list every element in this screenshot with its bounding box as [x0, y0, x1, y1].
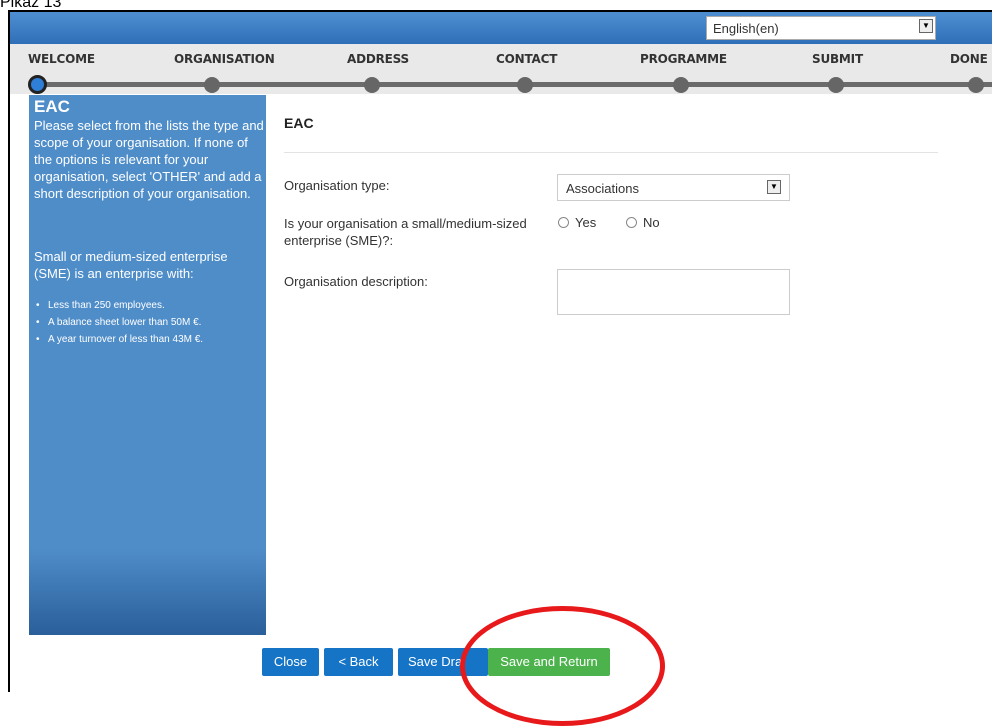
step-organisation-dot: [204, 77, 220, 93]
step-welcome[interactable]: WELCOME: [28, 52, 95, 66]
chevron-down-icon[interactable]: ▼: [919, 19, 933, 33]
sme-no-radio[interactable]: No: [626, 215, 660, 230]
sidebar-paragraph-2: Small or medium-sized enterprise (SME) i…: [34, 249, 228, 281]
step-address[interactable]: ADDRESS: [347, 52, 409, 66]
form-title: EAC: [284, 115, 314, 131]
wizard-steps: WELCOME ORGANISATION ADDRESS CONTACT PRO…: [10, 44, 992, 94]
close-button[interactable]: Close: [262, 648, 319, 676]
step-programme[interactable]: PROGRAMME: [640, 52, 727, 66]
organisation-type-select[interactable]: Associations ▼: [557, 174, 790, 201]
step-done[interactable]: DONE: [950, 52, 988, 66]
organisation-description-label: Organisation description:: [284, 274, 428, 289]
sidebar-title: EAC: [34, 97, 70, 116]
organisation-description-field[interactable]: [557, 269, 790, 315]
step-contact-dot: [517, 77, 533, 93]
step-address-dot: [364, 77, 380, 93]
help-sidebar: EAC Please select from the lists the typ…: [29, 95, 266, 635]
step-done-dot: [968, 77, 984, 93]
radio-circle-icon[interactable]: [558, 217, 569, 228]
language-select-value: English(en): [713, 21, 779, 36]
sidebar-bullet-list: Less than 250 employees. A balance sheet…: [34, 297, 203, 348]
step-organisation[interactable]: ORGANISATION: [174, 52, 275, 66]
step-submit-dot: [828, 77, 844, 93]
step-welcome-dot: [28, 75, 47, 94]
radio-circle-icon[interactable]: [626, 217, 637, 228]
form-divider: [284, 152, 938, 153]
sidebar-paragraph-1: Please select from the lists the type an…: [34, 118, 264, 201]
organisation-type-value: Associations: [566, 181, 639, 196]
language-select[interactable]: English(en) ▼: [706, 16, 936, 40]
sidebar-bullet: A balance sheet lower than 50M €.: [34, 314, 203, 331]
sme-question-label: Is your organisation a small/medium-size…: [284, 216, 527, 248]
organisation-type-label: Organisation type:: [284, 178, 390, 193]
step-contact[interactable]: CONTACT: [496, 52, 557, 66]
sidebar-bullet: A year turnover of less than 43M €.: [34, 331, 203, 348]
sme-yes-radio[interactable]: Yes: [558, 215, 596, 230]
red-highlight-annotation: [460, 606, 665, 726]
sme-no-label: No: [643, 215, 660, 230]
step-programme-dot: [673, 77, 689, 93]
step-submit[interactable]: SUBMIT: [812, 52, 863, 66]
back-button[interactable]: < Back: [324, 648, 393, 676]
sidebar-bullet: Less than 250 employees.: [34, 297, 203, 314]
chevron-down-icon[interactable]: ▼: [767, 180, 781, 194]
sme-yes-label: Yes: [575, 215, 597, 230]
